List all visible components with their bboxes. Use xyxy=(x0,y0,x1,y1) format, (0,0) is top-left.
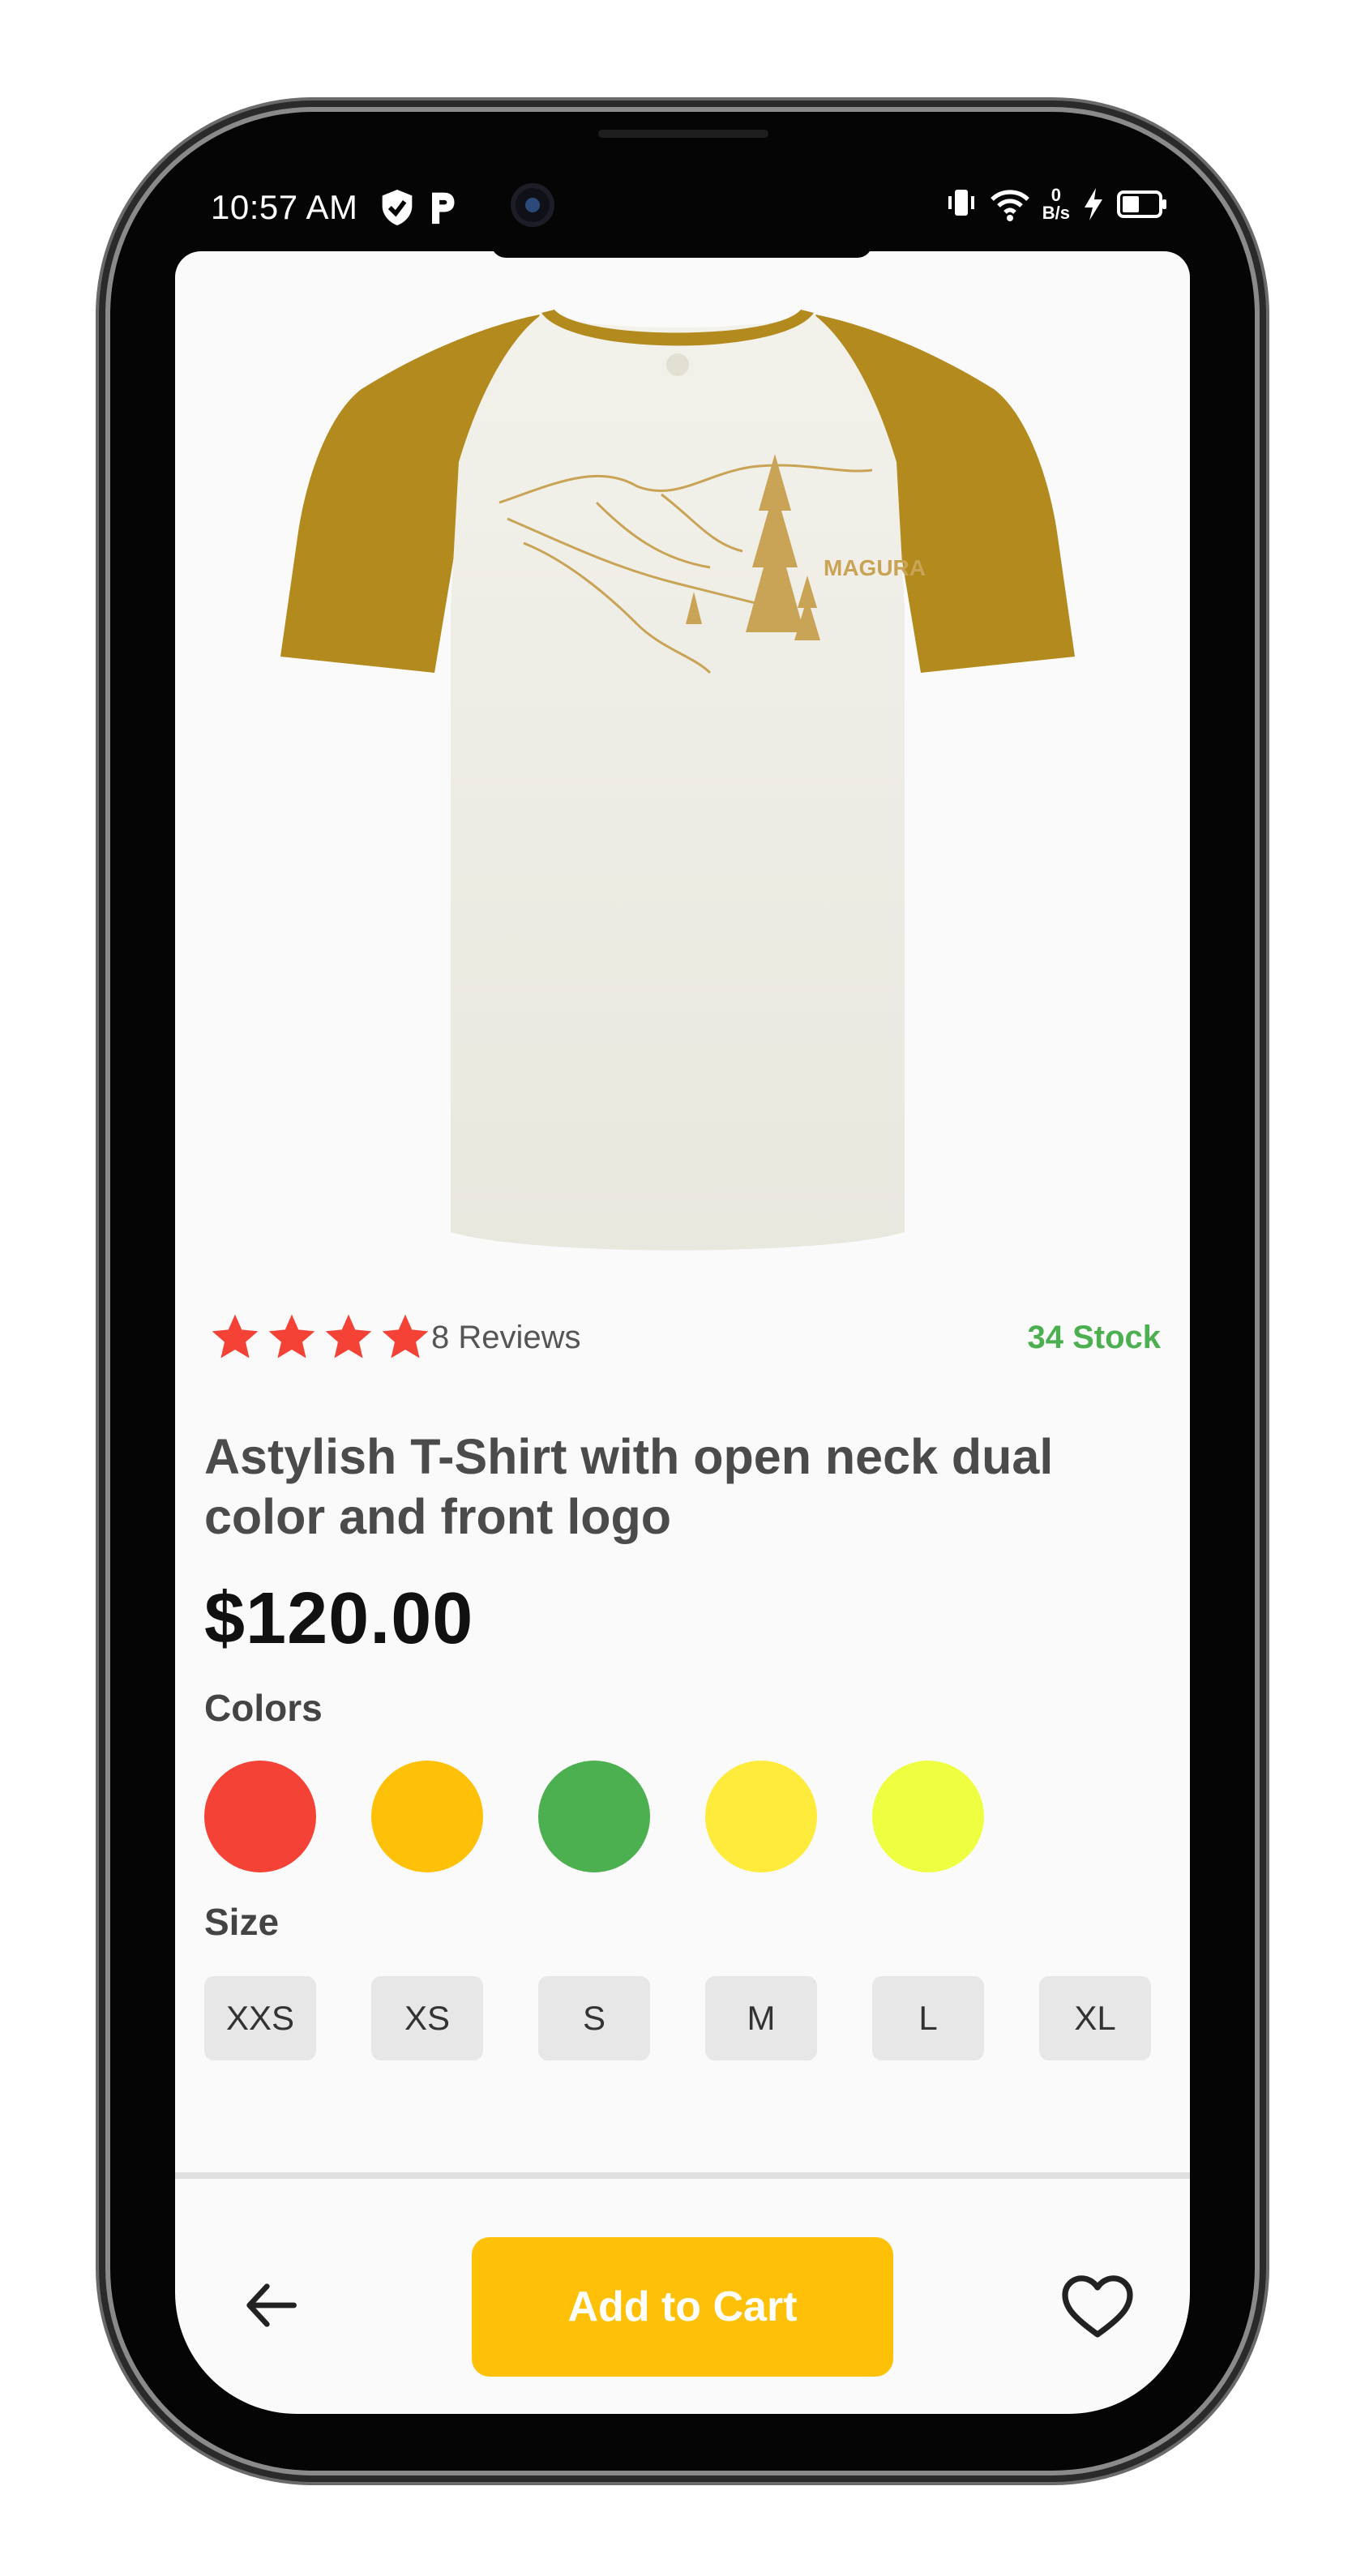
print-text: MAGURA xyxy=(824,555,926,580)
tshirt-image: MAGURA xyxy=(280,310,1075,1251)
star-icon xyxy=(382,1314,429,1359)
heart-outline-icon[interactable] xyxy=(1059,2268,1136,2346)
p-icon xyxy=(432,192,455,225)
data-speed-value: 0 xyxy=(1050,185,1061,205)
battery-icon xyxy=(1117,190,1166,218)
size-options: XXS XS S M L XL xyxy=(204,1976,1157,2060)
color-swatch-amber[interactable] xyxy=(371,1761,483,1872)
shield-check-icon xyxy=(382,190,413,225)
add-to-cart-button[interactable]: Add to Cart xyxy=(472,2237,893,2377)
status-right-icons: 0 B/s xyxy=(945,186,1167,222)
color-swatch-yellow[interactable] xyxy=(705,1761,817,1872)
product-title: Astylish T-Shirt with open neck dual col… xyxy=(204,1429,1054,1544)
size-option-xs[interactable]: XS xyxy=(371,1976,483,2060)
volume-mute-button xyxy=(101,535,110,624)
color-options xyxy=(204,1761,1157,1874)
rating-row: 8 Reviews 34 Stock xyxy=(208,1305,1161,1383)
status-time: 10:57 AM xyxy=(211,188,358,226)
size-option-m[interactable]: M xyxy=(705,1976,817,2060)
size-option-s[interactable]: S xyxy=(538,1976,650,2060)
app-screen: MAGURA 8 Reviews 34 Stock Astylish T-Shi… xyxy=(175,251,1190,2414)
color-swatch-red[interactable] xyxy=(204,1761,316,1872)
size-option-xxs[interactable]: XXS xyxy=(204,1976,316,2060)
vibrate-icon xyxy=(948,190,974,216)
size-option-xl[interactable]: XL xyxy=(1039,1976,1151,2060)
front-camera xyxy=(511,183,554,227)
power-button xyxy=(1255,746,1266,1005)
stock-count: 34 Stock xyxy=(1027,1320,1161,1355)
colors-label: Colors xyxy=(204,1687,323,1729)
status-bar: 10:57 AM 0 B/s xyxy=(175,177,1196,242)
data-speed: 0 B/s xyxy=(1042,186,1070,222)
volume-up-button xyxy=(101,689,110,859)
arrow-left-icon[interactable] xyxy=(240,2273,305,2338)
size-label: Size xyxy=(204,1901,280,1943)
bottom-action-bar: Add to Cart xyxy=(175,2179,1190,2414)
rating-stars xyxy=(208,1310,433,1365)
charging-icon xyxy=(1085,188,1102,220)
display-notch xyxy=(491,243,872,258)
wifi-icon xyxy=(990,190,1029,221)
reviews-count[interactable]: 8 Reviews xyxy=(431,1320,581,1356)
color-swatch-lime[interactable] xyxy=(872,1761,984,1872)
earpiece xyxy=(598,130,768,138)
volume-down-button xyxy=(101,900,110,1070)
color-swatch-green[interactable] xyxy=(538,1761,650,1872)
star-icon xyxy=(212,1314,259,1359)
bottom-divider xyxy=(175,2172,1190,2179)
size-option-l[interactable]: L xyxy=(872,1976,984,2060)
star-icon xyxy=(325,1314,372,1359)
star-icon xyxy=(268,1314,315,1359)
product-price: $120.00 xyxy=(204,1578,474,1659)
data-speed-unit: B/s xyxy=(1042,203,1070,223)
